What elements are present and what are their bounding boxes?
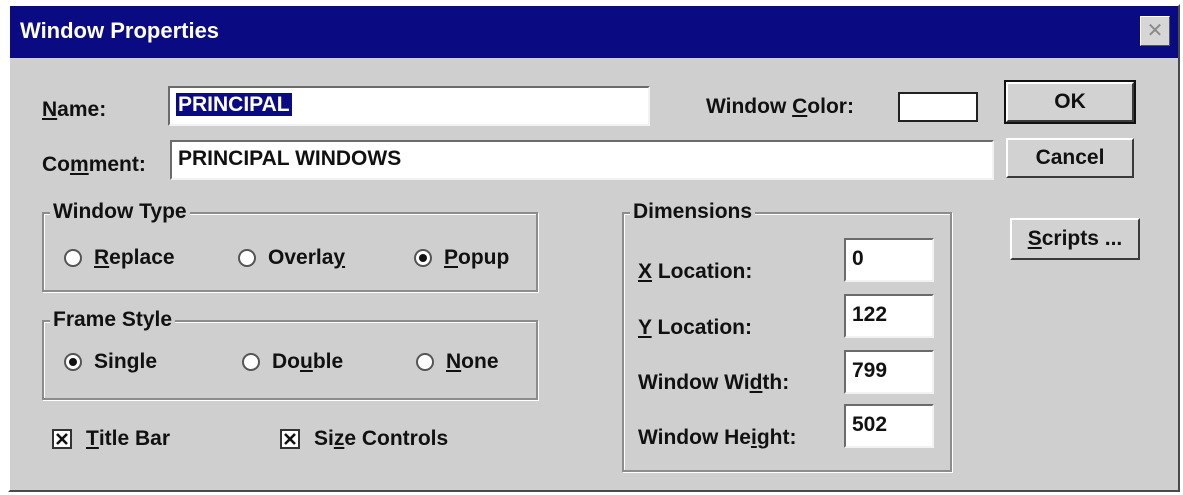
window-height-input[interactable]: 502 xyxy=(844,404,934,448)
ok-button[interactable]: OK xyxy=(1004,80,1136,124)
x-location-input[interactable]: 0 xyxy=(844,238,934,282)
title-bar[interactable]: Window Properties ✕ xyxy=(10,6,1178,58)
ok-button-label: OK xyxy=(1054,90,1086,113)
radio-single[interactable]: Sin g le xyxy=(64,350,157,374)
window-type-title: Window Type xyxy=(50,200,190,224)
checkbox-size-controls-box[interactable] xyxy=(280,429,300,449)
x-location-value: 0 xyxy=(852,247,864,270)
radio-double[interactable]: Do u ble xyxy=(242,350,343,374)
radio-replace-circle[interactable] xyxy=(64,249,82,267)
radio-overlay[interactable]: Overla y xyxy=(238,246,345,270)
check-x-icon xyxy=(284,433,296,445)
window-color-label: Window Color: xyxy=(706,95,854,118)
comment-label: Comment: xyxy=(42,153,146,176)
y-location-label: Y Location: xyxy=(638,316,752,339)
radio-none[interactable]: None xyxy=(416,350,499,374)
checkbox-title-bar[interactable]: Title Bar xyxy=(52,427,170,451)
y-location-input[interactable]: 122 xyxy=(844,294,934,338)
radio-replace[interactable]: Replace xyxy=(64,246,175,270)
window-height-value: 502 xyxy=(852,413,888,436)
radio-single-circle[interactable] xyxy=(64,353,82,371)
scripts-button-hotkey: S xyxy=(1027,227,1042,250)
scripts-button-label: cripts ... xyxy=(1041,227,1123,250)
check-x-icon xyxy=(56,433,68,445)
cancel-button[interactable]: Cancel xyxy=(1006,138,1134,178)
name-input-value: PRINCIPAL xyxy=(176,93,292,116)
close-icon: ✕ xyxy=(1146,20,1164,42)
window-width-input[interactable]: 799 xyxy=(844,350,934,394)
radio-overlay-circle[interactable] xyxy=(238,249,256,267)
dimensions-title: Dimensions xyxy=(630,200,756,224)
radio-none-circle[interactable] xyxy=(416,353,434,371)
x-location-label: X Location: xyxy=(638,260,753,283)
window-color-swatch[interactable] xyxy=(898,92,978,122)
y-location-value: 122 xyxy=(852,303,888,326)
cancel-button-label: Cancel xyxy=(1035,146,1105,169)
close-button[interactable]: ✕ xyxy=(1140,16,1170,46)
scripts-button[interactable]: Scripts ... xyxy=(1010,218,1140,260)
checkbox-title-bar-box[interactable] xyxy=(52,429,72,449)
name-input[interactable]: PRINCIPAL xyxy=(168,86,650,126)
comment-input-value: PRINCIPAL WINDOWS xyxy=(178,147,402,170)
window-width-value: 799 xyxy=(852,359,888,382)
name-label: Name: xyxy=(42,98,107,121)
checkbox-size-controls[interactable]: Si z e Controls xyxy=(280,427,448,451)
radio-double-circle[interactable] xyxy=(242,353,260,371)
frame-style-title: Frame Style xyxy=(50,308,176,332)
window-properties-dialog: Window Properties ✕ Name: PRINCIPAL Wind… xyxy=(8,4,1180,492)
radio-popup-circle[interactable] xyxy=(414,249,432,267)
comment-input[interactable]: PRINCIPAL WINDOWS xyxy=(170,140,994,180)
dialog-title: Window Properties xyxy=(20,18,220,43)
radio-popup[interactable]: Popup xyxy=(414,246,509,270)
window-height-label: Window Height: xyxy=(638,426,797,449)
window-width-label: Window Width: xyxy=(638,371,790,394)
